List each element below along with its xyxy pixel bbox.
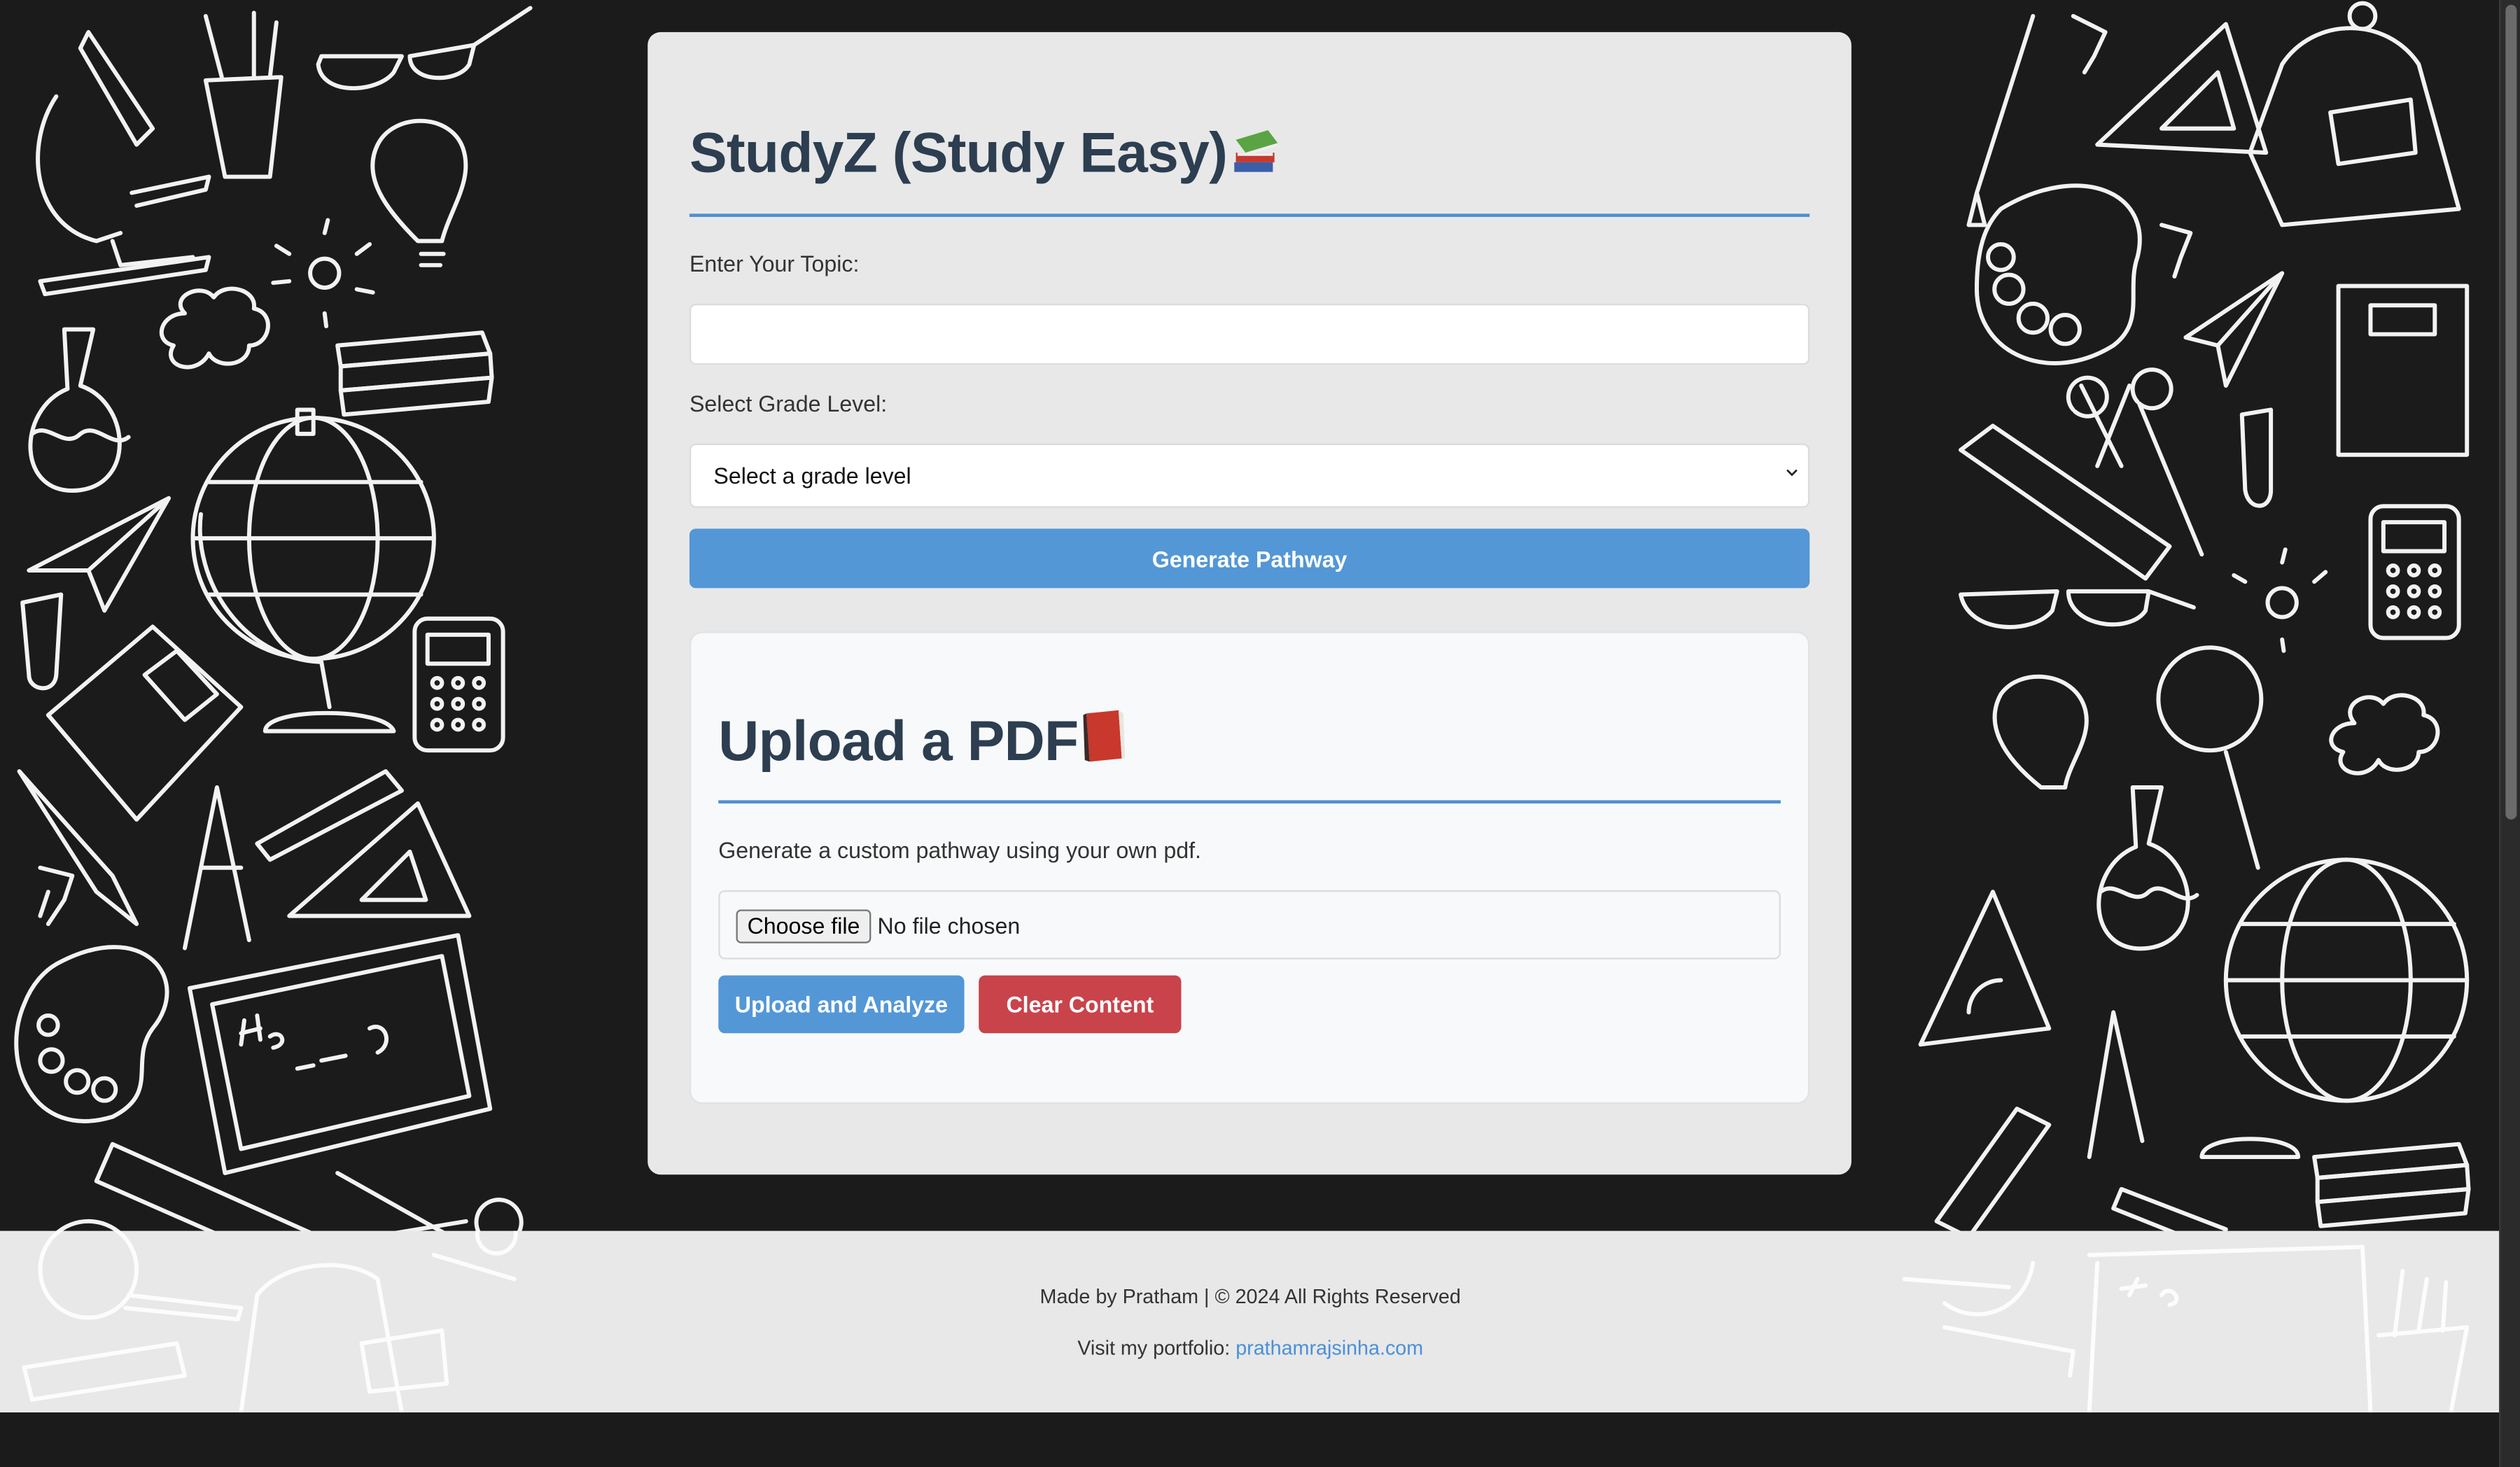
palette-doodle xyxy=(14,945,169,1123)
book-stack-doodle xyxy=(335,330,494,417)
title-divider xyxy=(689,213,1810,217)
notebook-doodle xyxy=(2336,283,2470,457)
topic-input[interactable] xyxy=(689,303,1810,365)
magnifier-doodle xyxy=(2156,645,2264,753)
globe-doodle xyxy=(2199,857,2470,1160)
generate-pathway-button[interactable]: Generate Pathway xyxy=(689,528,1810,589)
calculator-doodle xyxy=(2368,504,2461,640)
microscope-doodle xyxy=(1934,1107,2052,1240)
sun-doodle xyxy=(271,218,375,329)
glasses-doodle xyxy=(1959,589,2196,629)
topic-label: Enter Your Topic: xyxy=(689,251,860,276)
footer: Made by Pratham | © 2024 All Rights Rese… xyxy=(0,1230,2501,1413)
app-title-text: StudyZ (Study Easy) xyxy=(689,122,1228,185)
backpack-doodle xyxy=(2248,1,2461,227)
grade-select-value: Select a grade level xyxy=(713,463,911,489)
microscope-doodle xyxy=(36,29,211,297)
portfolio-link[interactable]: prathamrajsinha.com xyxy=(1236,1337,1423,1359)
footer-portfolio: Visit my portfolio: prathamrajsinha.com xyxy=(0,1337,2500,1359)
test-tube-doodle xyxy=(2239,407,2274,508)
choose-file-button[interactable]: Choose file xyxy=(736,909,872,943)
pushpin-doodle xyxy=(2071,13,2108,75)
page-bottom-background xyxy=(0,1412,2501,1467)
grade-select[interactable]: Select a grade level xyxy=(689,443,1810,508)
vertical-scrollbar[interactable] xyxy=(2499,0,2520,1467)
lightbulb-doodle xyxy=(370,118,468,267)
pencil-doodle xyxy=(255,769,404,862)
paper-plane-doodle xyxy=(2183,271,2285,388)
triangle-ruler-doodle xyxy=(2095,22,2269,155)
page: StudyZ (Study Easy) Enter Your Topic: Se… xyxy=(0,0,2520,1467)
scissors-doodle xyxy=(2066,367,2204,557)
upload-heading: Upload a PDF xyxy=(718,708,1128,778)
protractor-doodle xyxy=(1918,890,2052,1047)
main-card: StudyZ (Study Easy) Enter Your Topic: Se… xyxy=(648,31,1851,1175)
portfolio-prefix: Visit my portfolio: xyxy=(1077,1337,1236,1360)
palette-doodle xyxy=(1974,183,2142,365)
cloud-doodle xyxy=(159,286,270,370)
chevron-down-icon xyxy=(1786,469,1798,477)
red-book-icon xyxy=(1080,708,1128,778)
footer-doodles-left xyxy=(22,1230,518,1413)
pushpin-doodle xyxy=(38,865,75,927)
book-stack-doodle xyxy=(2312,1142,2471,1228)
upload-section: Upload a PDF Generate a custom pathway u… xyxy=(689,631,1810,1104)
upload-and-analyze-button[interactable]: Upload and Analyze xyxy=(718,975,965,1034)
chalkboard-doodle xyxy=(187,933,493,1175)
flask-doodle xyxy=(28,327,131,493)
grade-label: Select Grade Level: xyxy=(689,390,888,416)
lightbulb-doodle xyxy=(1992,674,2089,789)
pencil-cup-doodle xyxy=(203,10,284,179)
calculator-doodle xyxy=(412,616,505,753)
upload-description: Generate a custom pathway using your own… xyxy=(718,837,1201,863)
scrollbar-thumb[interactable] xyxy=(2505,4,2517,820)
flask-doodle xyxy=(2096,785,2199,951)
compass-doodle xyxy=(183,785,251,950)
cloud-doodle xyxy=(2329,693,2440,775)
footer-credit: Made by Pratham | © 2024 All Rights Rese… xyxy=(1040,1285,1461,1308)
paintbrush-doodle xyxy=(17,769,139,927)
sun-doodle xyxy=(2232,547,2328,653)
paintbrush-doodle xyxy=(1966,13,2036,227)
notebook-doodle xyxy=(46,624,244,822)
app-title: StudyZ (Study Easy) xyxy=(690,122,1280,189)
triangle-ruler-doodle xyxy=(287,801,472,918)
compass-doodle xyxy=(2087,1010,2145,1160)
clear-content-button[interactable]: Clear Content xyxy=(979,975,1182,1034)
test-tube-doodle xyxy=(20,592,64,691)
upload-heading-text: Upload a PDF xyxy=(718,710,1079,773)
pushpin-doodle-2 xyxy=(2160,223,2193,279)
footer-doodles-right xyxy=(1902,1244,2470,1413)
books-icon xyxy=(1229,124,1280,190)
globe-doodle xyxy=(190,407,436,734)
upload-divider xyxy=(718,800,1781,803)
file-input[interactable]: Choose file No file chosen xyxy=(718,890,1781,960)
ruler-doodle xyxy=(1959,423,2172,581)
glasses-doodle xyxy=(316,6,533,91)
paper-plane-doodle xyxy=(27,496,172,613)
magnifier-handle-doodle xyxy=(2223,750,2260,870)
file-status: No file chosen xyxy=(877,913,1021,939)
